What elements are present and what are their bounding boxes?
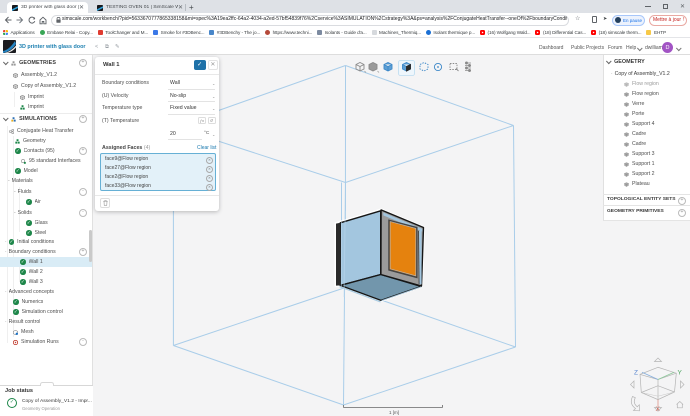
svg-text:1 [m]: 1 [m] bbox=[389, 410, 399, 415]
svg-text:Z: Z bbox=[634, 370, 638, 377]
svg-text:Y: Y bbox=[678, 370, 683, 377]
